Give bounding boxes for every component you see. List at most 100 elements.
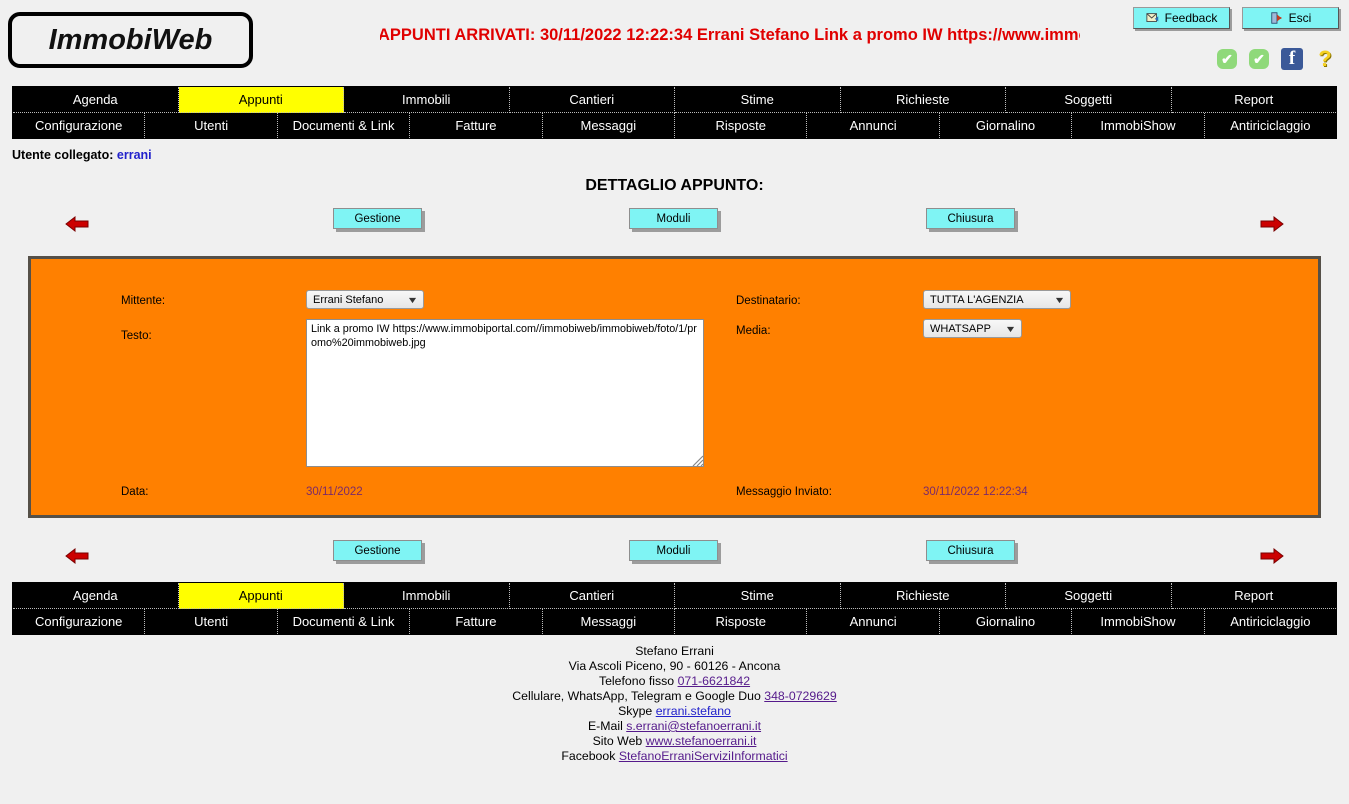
- nav-bottom-item-antiriciclaggio[interactable]: Antiriciclaggio: [1204, 609, 1337, 634]
- nav-bottom-item-report[interactable]: Report: [1171, 583, 1336, 609]
- nav-item-soggetti[interactable]: Soggetti: [1006, 87, 1172, 113]
- app-logo: ImmobiWeb: [8, 12, 253, 68]
- arrow-right-icon-bottom[interactable]: [1259, 545, 1285, 567]
- nav-item-richieste[interactable]: Richieste: [840, 87, 1006, 113]
- action-bar-bottom: Gestione Moduli Chiusura: [0, 540, 1349, 580]
- esci-button[interactable]: Esci: [1242, 7, 1339, 29]
- nav-bottom-item-risposte[interactable]: Risposte: [675, 609, 808, 634]
- nav-item-documenti-link[interactable]: Documenti & Link: [277, 113, 411, 138]
- logged-user-name: errani: [116, 148, 152, 162]
- feedback-button[interactable]: Feedback: [1133, 7, 1230, 29]
- nav-bottom-item-documenti-link[interactable]: Documenti & Link: [277, 609, 411, 634]
- arrow-right-icon-top[interactable]: [1259, 213, 1285, 235]
- footer-facebook-label: Facebook: [561, 749, 616, 763]
- media-select-value: WHATSAPP: [930, 322, 991, 335]
- nav-item-stime[interactable]: Stime: [675, 87, 841, 113]
- gestione-button-bottom[interactable]: Gestione: [333, 540, 422, 561]
- footer-phone-row: Telefono fisso 071-6621842: [0, 674, 1349, 689]
- marquee-text: APPUNTI ARRIVATI: 30/11/2022 12:22:34 Er…: [380, 26, 1080, 44]
- check-green-icon-2[interactable]: ✔: [1249, 49, 1269, 69]
- page-title: DETTAGLIO APPUNTO:: [585, 177, 764, 194]
- nav-item-annunci[interactable]: Annunci: [807, 113, 940, 138]
- nav-item-utenti[interactable]: Utenti: [145, 113, 278, 138]
- footer-name: Stefano Errani: [635, 644, 714, 658]
- header-buttons: Feedback Esci: [1133, 7, 1339, 29]
- media-select[interactable]: WHATSAPP ▼: [923, 319, 1022, 338]
- footer-mobile-label: Cellulare, WhatsApp, Telegram e Google D…: [512, 689, 761, 703]
- nav-item-antiriciclaggio[interactable]: Antiriciclaggio: [1204, 113, 1337, 138]
- nav-item-agenda[interactable]: Agenda: [13, 87, 179, 113]
- nav-item-immobili[interactable]: Immobili: [344, 87, 510, 113]
- status-icon-group: ✔ ✔ f ?: [1217, 48, 1335, 70]
- mittente-select-value: Errani Stefano: [313, 293, 384, 306]
- footer-web-link[interactable]: www.stefanoerrani.it: [646, 734, 757, 748]
- primary-navigation-bottom: Agenda Appunti Immobili Cantieri Stime R…: [12, 582, 1337, 635]
- nav-bottom-item-messaggi[interactable]: Messaggi: [542, 609, 676, 634]
- data-label: Data:: [121, 486, 149, 498]
- nav-item-messaggi[interactable]: Messaggi: [542, 113, 676, 138]
- arrow-left-icon-top[interactable]: [64, 213, 90, 235]
- arrow-left-icon-bottom[interactable]: [64, 545, 90, 567]
- footer-mobile-link[interactable]: 348-0729629: [764, 689, 837, 703]
- nav-item-configurazione[interactable]: Configurazione: [13, 113, 146, 138]
- primary-navigation-top: Agenda Appunti Immobili Cantieri Stime R…: [12, 86, 1337, 139]
- footer-phone-link[interactable]: 071-6621842: [678, 674, 751, 688]
- chevron-down-icon-destinatario: ▼: [1053, 294, 1066, 305]
- nav-bottom-item-agenda[interactable]: Agenda: [13, 583, 179, 609]
- testo-textarea[interactable]: [306, 319, 704, 467]
- nav-bottom-item-soggetti[interactable]: Soggetti: [1006, 583, 1172, 609]
- mail-icon: [1146, 11, 1160, 25]
- footer-skype-link[interactable]: errani.stefano: [656, 704, 731, 718]
- nav-bottom-item-stime[interactable]: Stime: [675, 583, 841, 609]
- footer-facebook-row: Facebook StefanoErraniServiziInformatici: [0, 749, 1349, 764]
- facebook-icon[interactable]: f: [1281, 48, 1303, 70]
- nav-bottom-item-configurazione[interactable]: Configurazione: [13, 609, 146, 634]
- footer-email-row: E-Mail s.errani@stefanoerrani.it: [0, 719, 1349, 734]
- nav-item-report[interactable]: Report: [1171, 87, 1336, 113]
- nav-item-cantieri[interactable]: Cantieri: [509, 87, 675, 113]
- esci-label: Esci: [1288, 11, 1312, 25]
- nav-bottom-item-giornalino[interactable]: Giornalino: [939, 609, 1073, 634]
- nav-bottom-item-immobili[interactable]: Immobili: [344, 583, 510, 609]
- chiusura-button-bottom[interactable]: Chiusura: [926, 540, 1015, 561]
- footer-mobile-row: Cellulare, WhatsApp, Telegram e Google D…: [0, 689, 1349, 704]
- nav-bottom-item-cantieri[interactable]: Cantieri: [509, 583, 675, 609]
- mittente-label: Mittente:: [121, 295, 166, 307]
- nav-bottom-item-richieste[interactable]: Richieste: [840, 583, 1006, 609]
- chiusura-button-top[interactable]: Chiusura: [926, 208, 1015, 229]
- footer-web-row: Sito Web www.stefanoerrani.it: [0, 734, 1349, 749]
- moduli-button-bottom[interactable]: Moduli: [629, 540, 718, 561]
- messaggio-inviato-value: 30/11/2022 12:22:34: [923, 486, 1028, 498]
- marquee-banner: APPUNTI ARRIVATI: 30/11/2022 12:22:34 Er…: [380, 22, 1080, 48]
- destinatario-select[interactable]: TUTTA L'AGENZIA ▼: [923, 290, 1071, 309]
- mittente-select[interactable]: Errani Stefano ▼: [306, 290, 424, 309]
- help-question-icon[interactable]: ?: [1315, 48, 1335, 70]
- nav-bottom-item-immobishow[interactable]: ImmobiShow: [1072, 609, 1205, 634]
- chevron-down-icon-mittente: ▼: [406, 294, 419, 305]
- footer-skype-row: Skype errani.stefano: [0, 704, 1349, 719]
- moduli-button-top[interactable]: Moduli: [629, 208, 718, 229]
- nav-item-immobishow[interactable]: ImmobiShow: [1072, 113, 1205, 138]
- footer-facebook-link[interactable]: StefanoErraniServiziInformatici: [619, 749, 788, 763]
- logo-text: ImmobiWeb: [48, 23, 213, 56]
- nav-bottom-item-annunci[interactable]: Annunci: [807, 609, 940, 634]
- nav-bottom-item-appunti[interactable]: Appunti: [178, 583, 344, 609]
- feedback-label: Feedback: [1164, 11, 1218, 25]
- nav-bottom-item-fatture[interactable]: Fatture: [410, 609, 543, 634]
- footer-email-label: E-Mail: [587, 719, 623, 733]
- nav-item-risposte[interactable]: Risposte: [675, 113, 808, 138]
- nav-item-fatture[interactable]: Fatture: [410, 113, 543, 138]
- nav-bottom-item-utenti[interactable]: Utenti: [145, 609, 278, 634]
- footer-phone-label: Telefono fisso: [598, 674, 675, 688]
- messaggio-inviato-label: Messaggio Inviato:: [736, 486, 832, 498]
- nav-bottom-row-2: Configurazione Utenti Documenti & Link F…: [13, 609, 1337, 634]
- nav-item-giornalino[interactable]: Giornalino: [939, 113, 1073, 138]
- logged-user-line: Utente collegato: errani: [12, 148, 1349, 162]
- exit-door-icon: [1270, 11, 1284, 25]
- check-green-icon-1[interactable]: ✔: [1217, 49, 1237, 69]
- footer-email-link[interactable]: s.errani@stefanoerrani.it: [626, 719, 761, 733]
- data-value: 30/11/2022: [306, 486, 363, 498]
- nav-item-appunti[interactable]: Appunti: [178, 87, 344, 113]
- gestione-button-top[interactable]: Gestione: [333, 208, 422, 229]
- footer-web-label: Sito Web: [592, 734, 643, 748]
